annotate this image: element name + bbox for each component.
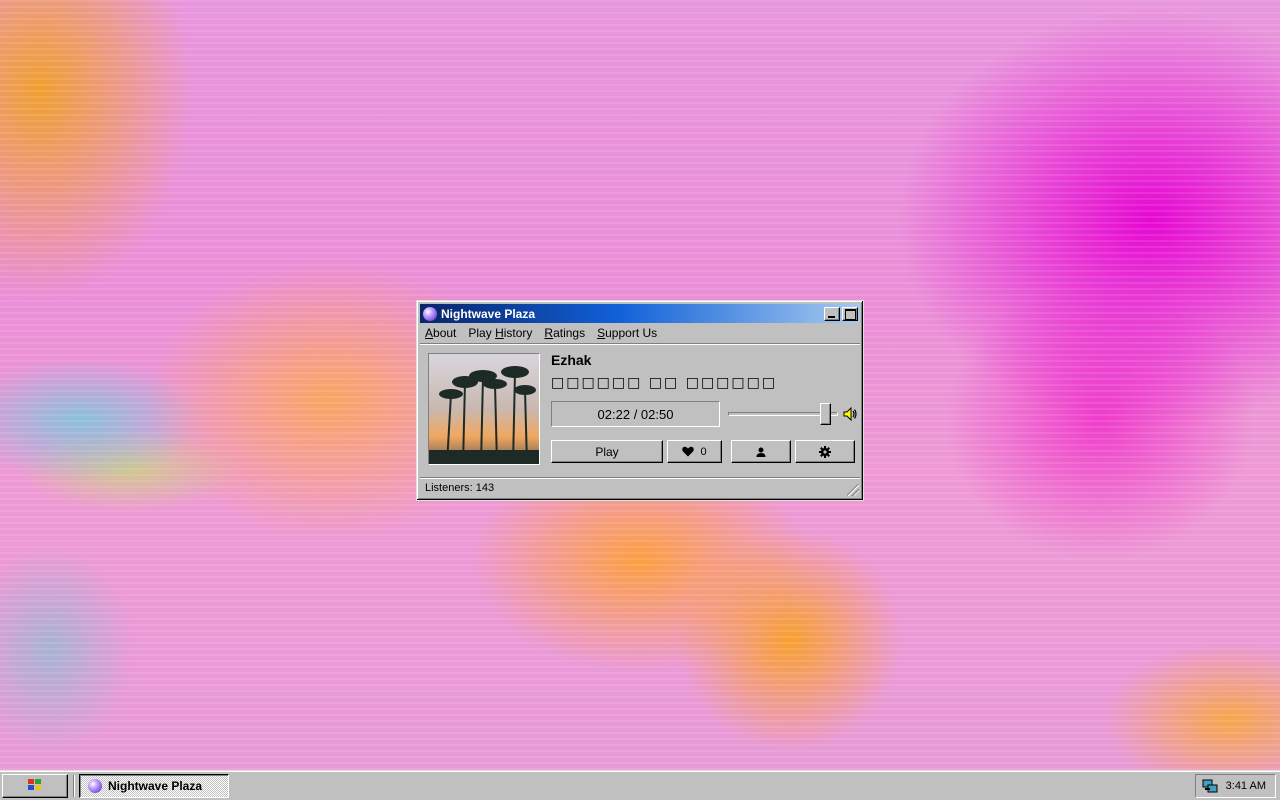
menu-about[interactable]: About (425, 326, 456, 340)
playback-time: 02:22 / 02:50 (551, 401, 720, 427)
like-count: 0 (700, 445, 707, 458)
speaker-icon[interactable] (842, 406, 858, 422)
window-titlebar[interactable]: Nightwave Plaza (420, 304, 860, 323)
resize-grip-icon[interactable] (847, 484, 859, 496)
heart-icon (682, 446, 695, 457)
clock[interactable]: 3:41 AM (1226, 780, 1266, 792)
menu-play-history[interactable]: Play History (468, 326, 532, 340)
system-tray: 3:41 AM (1195, 774, 1276, 798)
like-button[interactable]: 0 (667, 440, 722, 463)
gear-icon (819, 445, 831, 458)
user-icon (756, 447, 766, 457)
user-button[interactable] (731, 440, 791, 463)
menu-ratings[interactable]: Ratings (544, 326, 585, 340)
window-title: Nightwave Plaza (441, 306, 536, 321)
start-button[interactable] (2, 774, 68, 798)
player-panel: Ezhak □□□□□□ □□ □□□□□□ 02:22 / 02:50 Pla… (420, 344, 860, 470)
status-bar: Listeners: 143 (420, 477, 860, 497)
taskbar-item-label: Nightwave Plaza (108, 779, 203, 793)
network-icon[interactable] (1202, 779, 1218, 798)
taskbar-item-nightwave-plaza[interactable]: Nightwave Plaza (79, 774, 229, 798)
volume-slider[interactable] (728, 402, 838, 426)
play-button[interactable]: Play (551, 440, 663, 463)
volume-thumb[interactable] (820, 403, 831, 425)
artist-name: Ezhak (551, 352, 592, 368)
nightwave-logo-icon (423, 306, 437, 321)
player-window: Nightwave Plaza About Play History Ratin… (416, 300, 864, 501)
settings-button[interactable] (795, 440, 855, 463)
song-title: □□□□□□ □□ □□□□□□ (551, 375, 778, 391)
album-art (428, 353, 540, 465)
menu-bar: About Play History Ratings Support Us (420, 323, 860, 344)
nightwave-logo-icon (88, 779, 102, 793)
menu-support-us[interactable]: Support Us (597, 326, 657, 340)
maximize-button[interactable] (842, 306, 858, 321)
windows-logo-icon (27, 778, 43, 795)
taskbar: Nightwave Plaza 3:41 AM (0, 770, 1280, 800)
taskbar-separator (73, 775, 75, 797)
minimize-button[interactable] (824, 306, 840, 321)
listeners-count: Listeners: 143 (425, 481, 495, 494)
